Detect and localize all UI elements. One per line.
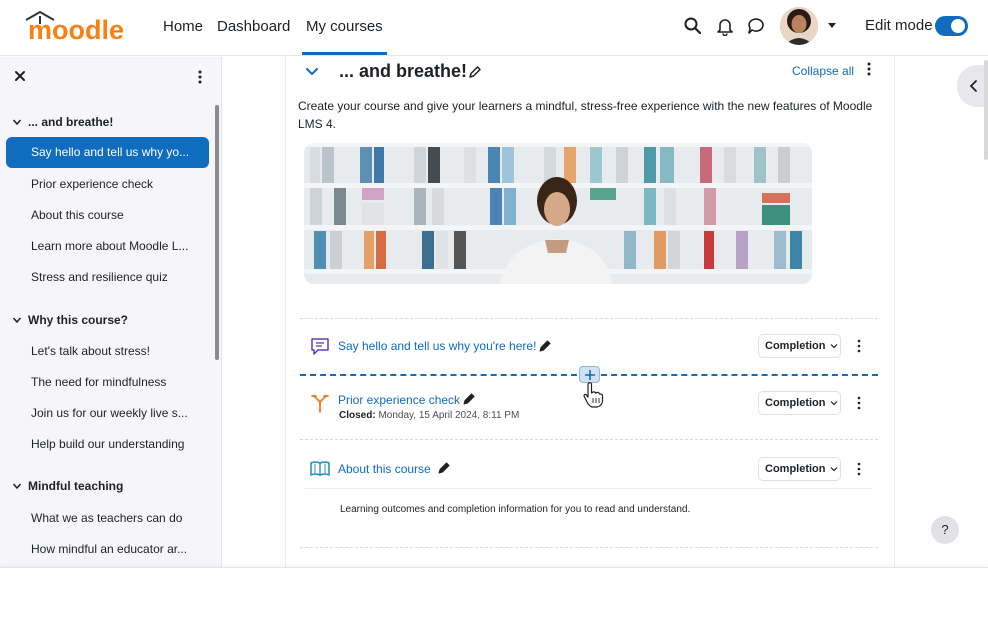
completion-label: Completion	[765, 397, 826, 409]
sidebar-item-label: Say hello and tell us why yo...	[31, 145, 190, 159]
drawer-menu-icon[interactable]	[193, 69, 207, 85]
sidebar-item[interactable]: Help build our understanding	[31, 437, 184, 451]
activity-description: Learning outcomes and completion informa…	[340, 504, 691, 515]
activity-closed-date: Closed: Monday, 15 April 2024, 8:11 PM	[339, 410, 519, 421]
sidebar-item[interactable]: What we as teachers can do	[31, 511, 182, 525]
toggle-knob	[951, 19, 965, 33]
forum-icon	[311, 338, 329, 355]
closed-value: Monday, 15 April 2024, 8:11 PM	[378, 410, 520, 421]
hand-cursor-icon	[583, 382, 604, 408]
activity-separator	[300, 547, 878, 548]
activity-inner-separator	[305, 488, 873, 489]
section-title: ... and breathe!	[339, 61, 468, 81]
choice-icon	[311, 395, 329, 413]
completion-dropdown[interactable]: Completion	[758, 334, 841, 358]
book-icon	[310, 461, 330, 476]
section-collapse-button[interactable]	[298, 60, 326, 84]
pencil-icon[interactable]	[462, 392, 476, 406]
chevron-down-icon	[12, 317, 22, 324]
collapse-all-link[interactable]: Collapse all	[792, 64, 854, 78]
sidebar-section-title: Why this course?	[28, 313, 129, 327]
activity-link-book[interactable]: About this course	[338, 462, 431, 476]
nav-dashboard-link[interactable]: Dashboard	[217, 18, 290, 35]
completion-dropdown[interactable]: Completion	[758, 391, 841, 415]
activity-link-forum[interactable]: Say hello and tell us why you're here!	[338, 339, 536, 353]
completion-label: Completion	[765, 463, 826, 475]
chevron-down-icon	[830, 401, 837, 406]
activity-menu-icon[interactable]	[856, 396, 862, 410]
chevron-down-icon	[830, 344, 837, 349]
bell-icon[interactable]	[715, 16, 735, 36]
edit-mode-toggle[interactable]	[935, 16, 968, 36]
chevron-down-icon	[830, 467, 837, 472]
completion-label: Completion	[765, 340, 826, 352]
close-icon[interactable]	[13, 69, 27, 83]
chevron-left-icon	[969, 80, 977, 92]
sidebar-scrollbar[interactable]	[215, 105, 219, 360]
chevron-down-icon[interactable]	[827, 20, 837, 30]
activity-separator	[300, 439, 878, 440]
pencil-icon[interactable]	[437, 461, 451, 475]
main-content-column	[285, 57, 895, 567]
sidebar-item[interactable]: Stress and resilience quiz	[31, 270, 168, 284]
edit-mode-label: Edit mode	[865, 17, 933, 34]
sidebar-item[interactable]: Join us for our weekly live s...	[31, 406, 188, 420]
sidebar-item[interactable]: About this course	[31, 208, 124, 222]
sidebar-section-3[interactable]: Mindful teaching	[12, 479, 123, 493]
section-menu-icon[interactable]	[864, 61, 874, 77]
sidebar-section-2[interactable]: Why this course?	[12, 313, 128, 327]
svg-text:moodle: moodle	[28, 15, 124, 44]
pencil-icon[interactable]	[468, 65, 482, 79]
user-avatar[interactable]	[780, 7, 818, 45]
section-summary: Create your course and give your learner…	[298, 99, 873, 131]
sidebar-section-title: ... and breathe!	[28, 115, 114, 129]
activity-menu-icon[interactable]	[856, 462, 862, 476]
closed-label: Closed:	[339, 410, 376, 421]
sidebar-item-active[interactable]: Say hello and tell us why yo...	[6, 137, 209, 168]
search-icon[interactable]	[683, 16, 703, 36]
plus-icon	[585, 370, 595, 380]
course-banner-image	[304, 143, 812, 284]
course-index-drawer: ... and breathe! Say hello and tell us w…	[0, 57, 222, 567]
activity-separator	[300, 318, 878, 319]
nav-home-link[interactable]: Home	[163, 18, 203, 35]
chevron-down-icon	[12, 119, 22, 126]
active-nav-indicator	[302, 52, 387, 55]
completion-dropdown[interactable]: Completion	[758, 457, 841, 481]
sidebar-item[interactable]: Learn more about Moodle L...	[31, 239, 188, 253]
sidebar-section-title: Mindful teaching	[28, 479, 124, 493]
page-scrollbar[interactable]	[984, 60, 988, 160]
moodle-logo[interactable]: moodle	[24, 10, 132, 44]
sidebar-item[interactable]: How mindful an educator ar...	[31, 542, 187, 556]
nav-my-courses-link[interactable]: My courses	[306, 18, 383, 35]
sidebar-section-1[interactable]: ... and breathe!	[12, 115, 113, 129]
sidebar-item[interactable]: Let's talk about stress!	[31, 344, 150, 358]
bottom-blank-area	[0, 567, 988, 625]
help-button[interactable]: ?	[931, 516, 959, 544]
chevron-down-icon	[306, 68, 318, 76]
chat-icon[interactable]	[746, 16, 766, 36]
pencil-icon[interactable]	[538, 339, 552, 353]
activity-menu-icon[interactable]	[856, 339, 862, 353]
chevron-down-icon	[12, 483, 22, 490]
sidebar-item[interactable]: The need for mindfulness	[31, 375, 166, 389]
sidebar-item[interactable]: Prior experience check	[31, 177, 153, 191]
activity-link-choice[interactable]: Prior experience check	[338, 393, 460, 407]
top-navbar: moodle Home Dashboard My courses Edit mo…	[0, 0, 988, 56]
